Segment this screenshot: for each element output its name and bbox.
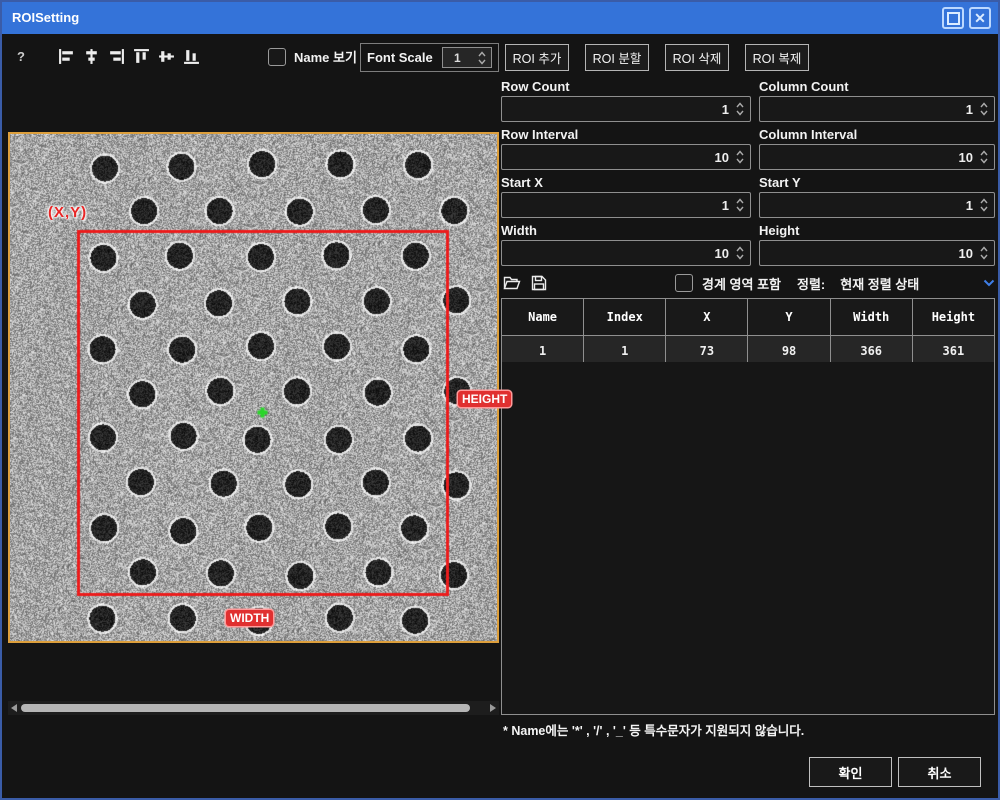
close-icon: ✕ [974,10,986,27]
roi-add-button[interactable]: ROI 추가 [505,44,569,71]
col-header-height[interactable]: Height [912,299,994,336]
close-button[interactable]: ✕ [969,7,991,29]
name-view-checkbox[interactable] [268,48,286,66]
spinner-arrows-icon[interactable] [979,149,989,165]
scrollbar-thumb[interactable] [21,704,470,712]
col-header-x[interactable]: X [666,299,748,336]
roi-split-button[interactable]: ROI 분할 [585,44,649,71]
open-folder-icon[interactable] [503,274,521,292]
height-spinbox[interactable]: 10 [759,240,995,266]
font-scale-spinner[interactable]: 1 [442,47,492,68]
table-header-row: Name Index X Y Width Height [502,299,995,336]
name-restriction-note: * Name에는 '*' , '/' , '_' 등 특수문자가 지원되지 않습… [503,720,804,739]
boundary-area-label: 경계 영역 포함 [702,274,781,293]
spinner-arrows-icon[interactable] [477,50,487,66]
image-viewer[interactable]: (X,Y) HEIGHT WIDTH [8,132,499,643]
row-interval-field: Row Interval 10 [501,126,751,170]
name-view-label: Name 보기 [294,47,357,66]
spinner-arrows-icon[interactable] [735,197,745,213]
start-y-spinbox[interactable]: 1 [759,192,995,218]
roi-delete-button[interactable]: ROI 삭제 [665,44,729,71]
roi-width-label: WIDTH [226,610,273,626]
sort-dropdown[interactable]: 현재 정렬 상태 [825,274,995,293]
options-row: 경계 영역 포함 정렬: 현재 정렬 상태 [503,270,995,296]
roi-table: Name Index X Y Width Height 1 1 73 98 36… [501,298,995,367]
align-bottom-icon[interactable] [183,48,200,65]
spinner-arrows-icon[interactable] [979,101,989,117]
maximize-icon [947,12,960,25]
align-toolbar [58,48,200,65]
start-x-field: Start X 1 [501,174,751,218]
align-left-icon[interactable] [58,48,75,65]
cancel-button[interactable]: 취소 [898,757,981,787]
row-interval-spinbox[interactable]: 10 [501,144,751,170]
titlebar[interactable]: ROISetting ✕ [2,2,998,34]
roi-button-row: ROI 추가 ROI 분할 ROI 삭제 ROI 복제 [505,44,809,71]
boundary-area-checkbox[interactable] [675,274,693,292]
spinner-arrows-icon[interactable] [979,197,989,213]
font-scale-value: 1 [443,51,472,65]
start-x-label: Start X [501,174,751,192]
roi-height-label: HEIGHT [458,391,511,407]
roi-xy-label: (X,Y) [48,204,87,221]
align-right-icon[interactable] [108,48,125,65]
scroll-left-arrow-icon[interactable] [11,704,17,712]
column-count-field: Column Count 1 [759,78,995,122]
roi-duplicate-button[interactable]: ROI 복제 [745,44,809,71]
width-label: Width [501,222,751,240]
help-icon[interactable]: ? [17,49,25,64]
scroll-right-arrow-icon[interactable] [490,704,496,712]
horizontal-scrollbar[interactable] [8,701,499,715]
start-y-label: Start Y [759,174,995,192]
sort-label: 정렬: [797,274,825,293]
align-top-icon[interactable] [133,48,150,65]
align-hcenter-icon[interactable] [83,48,100,65]
col-header-y[interactable]: Y [748,299,830,336]
col-header-name[interactable]: Name [502,299,584,336]
column-count-label: Column Count [759,78,995,96]
spinner-arrows-icon[interactable] [735,245,745,261]
start-y-field: Start Y 1 [759,174,995,218]
table-empty-area [501,362,995,715]
row-interval-label: Row Interval [501,126,751,144]
column-interval-label: Column Interval [759,126,995,144]
height-field: Height 10 [759,222,995,266]
window-title: ROISetting [12,2,79,34]
chevron-down-icon [983,279,995,287]
name-view-option: Name 보기 [268,47,357,66]
column-count-spinbox[interactable]: 1 [759,96,995,122]
save-icon[interactable] [530,274,548,292]
roi-setting-dialog: ROISetting ✕ ? Name 보기 Fo [0,0,1000,800]
spinner-arrows-icon[interactable] [735,149,745,165]
col-header-index[interactable]: Index [584,299,666,336]
height-label: Height [759,222,995,240]
row-count-field: Row Count 1 [501,78,751,122]
spinner-arrows-icon[interactable] [979,245,989,261]
align-vcenter-icon[interactable] [158,48,175,65]
roi-parameter-grid: Row Count 1 Column Count 1 Row Interval … [501,78,995,270]
ok-button[interactable]: 확인 [809,757,892,787]
spinner-arrows-icon[interactable] [735,101,745,117]
row-count-label: Row Count [501,78,751,96]
maximize-button[interactable] [942,7,964,29]
width-spinbox[interactable]: 10 [501,240,751,266]
column-interval-field: Column Interval 10 [759,126,995,170]
sort-selected-value: 현재 정렬 상태 [840,274,983,293]
start-x-spinbox[interactable]: 1 [501,192,751,218]
col-header-width[interactable]: Width [830,299,912,336]
column-interval-spinbox[interactable]: 10 [759,144,995,170]
font-scale-label: Font Scale [367,50,433,65]
font-scale-group: Font Scale 1 [360,43,499,72]
width-field: Width 10 [501,222,751,266]
row-count-spinbox[interactable]: 1 [501,96,751,122]
